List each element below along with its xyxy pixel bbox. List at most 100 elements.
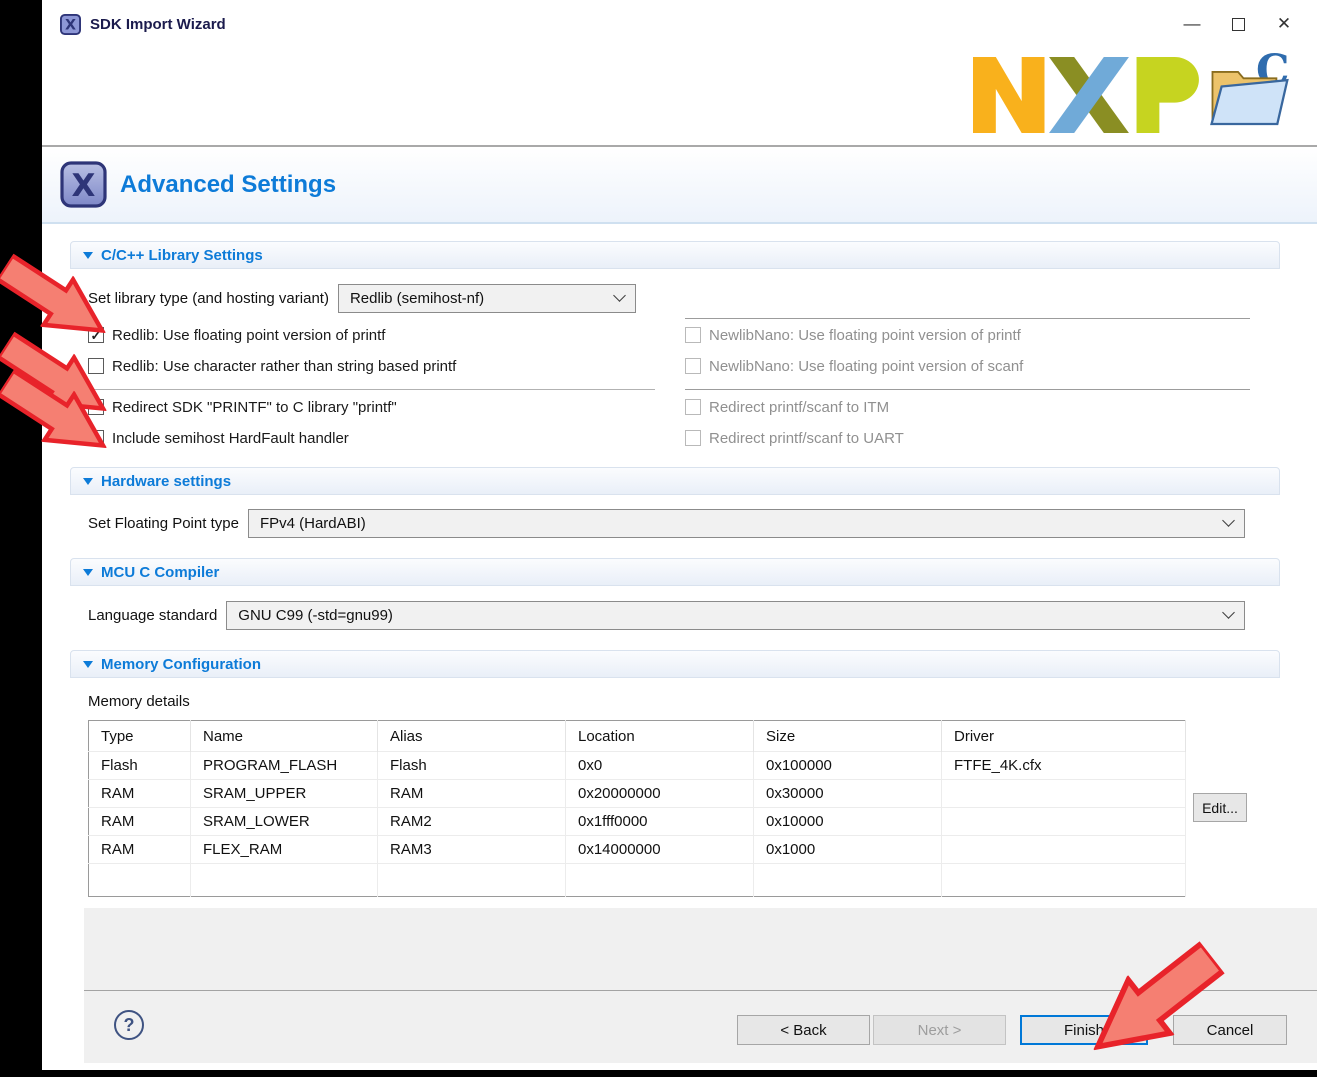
cell-type: Flash <box>89 752 191 780</box>
col-driver: Driver <box>942 721 1186 752</box>
edit-button[interactable]: Edit... <box>1193 793 1247 822</box>
page-title: Advanced Settings <box>120 171 336 199</box>
floating-point-row: Set Floating Point type FPv4 (HardABI) <box>88 508 1245 538</box>
chevron-down-icon <box>613 289 626 302</box>
checkbox-label: NewlibNano: Use floating point version o… <box>709 358 1023 375</box>
cell-driver <box>942 780 1186 808</box>
checkbox-label: Redirect SDK "PRINTF" to C library "prin… <box>112 399 397 416</box>
language-standard-dropdown[interactable]: GNU C99 (-std=gnu99) <box>226 601 1245 630</box>
section-library-settings[interactable]: C/C++ Library Settings <box>70 241 1280 269</box>
col-size: Size <box>754 721 942 752</box>
language-standard-row: Language standard GNU C99 (-std=gnu99) <box>88 600 1245 630</box>
cell-type: RAM <box>89 808 191 836</box>
checkbox-redirect-itm[interactable]: Redirect printf/scanf to ITM <box>685 398 889 416</box>
checkbox-redirect-sdk-printf[interactable]: Redirect SDK "PRINTF" to C library "prin… <box>88 398 397 416</box>
cell-location: 0x0 <box>566 752 754 780</box>
col-name: Name <box>191 721 378 752</box>
table-header-row: Type Name Alias Location Size Driver <box>89 721 1186 752</box>
maximize-button[interactable] <box>1215 6 1261 42</box>
checkbox-box[interactable] <box>685 327 701 343</box>
dialog-buttons: < Back Next > Finish Cancel <box>737 1015 1287 1045</box>
divider <box>685 389 1250 390</box>
cell-type: RAM <box>89 780 191 808</box>
help-icon: ? <box>124 1015 135 1036</box>
language-standard-label: Language standard <box>88 607 217 624</box>
cell-alias: RAM <box>378 780 566 808</box>
cell-type: RAM <box>89 836 191 864</box>
close-icon: ✕ <box>1277 14 1291 34</box>
divider <box>685 318 1250 319</box>
memory-details-label: Memory details <box>88 693 1280 711</box>
checkbox-redlib-float-printf[interactable]: ✓ Redlib: Use floating point version of … <box>88 326 385 344</box>
floating-point-dropdown[interactable]: FPv4 (HardABI) <box>248 509 1245 538</box>
nxp-logo-letters <box>973 48 1205 142</box>
section-title: C/C++ Library Settings <box>101 247 263 264</box>
section-hardware-settings[interactable]: Hardware settings <box>70 467 1280 495</box>
memory-table[interactable]: Type Name Alias Location Size Driver Fla… <box>88 720 1186 897</box>
minimize-button[interactable]: — <box>1169 6 1215 42</box>
checkbox-semihost-hardfault[interactable]: Include semihost HardFault handler <box>88 429 349 447</box>
section-title: Memory Configuration <box>101 656 261 673</box>
advanced-settings-header: X Advanced Settings <box>42 147 1317 224</box>
help-button[interactable]: ? <box>114 1010 144 1040</box>
collapse-triangle-icon <box>83 252 93 259</box>
cell-size: 0x30000 <box>754 780 942 808</box>
checkbox-redlib-char-printf[interactable]: Redlib: Use character rather than string… <box>88 357 456 375</box>
cell-driver <box>942 836 1186 864</box>
cell-location: 0x14000000 <box>566 836 754 864</box>
close-button[interactable]: ✕ <box>1261 6 1307 42</box>
section-title: Hardware settings <box>101 473 231 490</box>
mcuxpresso-app-icon: X <box>60 14 81 35</box>
memory-table-area: Type Name Alias Location Size Driver Fla… <box>70 720 1280 897</box>
cell-name: SRAM_LOWER <box>191 808 378 836</box>
window-title: SDK Import Wizard <box>90 16 226 33</box>
section-memory-configuration[interactable]: Memory Configuration <box>70 650 1280 678</box>
cell-size: 0x10000 <box>754 808 942 836</box>
minimize-icon: — <box>1184 14 1201 34</box>
checkbox-newlibnano-float-scanf[interactable]: NewlibNano: Use floating point version o… <box>685 357 1023 375</box>
mcuxpresso-x-icon: X <box>60 161 107 208</box>
cell-alias: RAM2 <box>378 808 566 836</box>
maximize-icon <box>1232 18 1245 31</box>
cell-alias: Flash <box>378 752 566 780</box>
checkbox-label: Redirect printf/scanf to UART <box>709 430 904 447</box>
checkbox-box[interactable] <box>685 430 701 446</box>
cell-size: 0x1000 <box>754 836 942 864</box>
table-row[interactable]: Flash PROGRAM_FLASH Flash 0x0 0x100000 F… <box>89 752 1186 780</box>
library-type-dropdown[interactable]: Redlib (semihost-nf) <box>338 284 636 313</box>
table-row[interactable]: RAM SRAM_UPPER RAM 0x20000000 0x30000 <box>89 780 1186 808</box>
cell-name: PROGRAM_FLASH <box>191 752 378 780</box>
title-area: X SDK Import Wizard — ✕ C <box>42 0 1317 147</box>
floating-point-value: FPv4 (HardABI) <box>260 515 366 532</box>
checkbox-label: Redirect printf/scanf to ITM <box>709 399 889 416</box>
checkbox-newlibnano-float-printf[interactable]: NewlibNano: Use floating point version o… <box>685 326 1021 344</box>
titlebar[interactable]: X SDK Import Wizard — ✕ <box>42 0 1317 48</box>
col-alias: Alias <box>378 721 566 752</box>
checkbox-label: Include semihost HardFault handler <box>112 430 349 447</box>
divider <box>88 389 655 390</box>
checkbox-box[interactable] <box>685 399 701 415</box>
table-row[interactable]: RAM FLEX_RAM RAM3 0x14000000 0x1000 <box>89 836 1186 864</box>
cell-alias: RAM3 <box>378 836 566 864</box>
col-location: Location <box>566 721 754 752</box>
checkbox-label: Redlib: Use floating point version of pr… <box>112 327 385 344</box>
col-type: Type <box>89 721 191 752</box>
collapse-triangle-icon <box>83 569 93 576</box>
chevron-down-icon <box>1222 514 1235 527</box>
chevron-down-icon <box>1222 606 1235 619</box>
cell-location: 0x1fff0000 <box>566 808 754 836</box>
table-row[interactable]: RAM SRAM_LOWER RAM2 0x1fff0000 0x10000 <box>89 808 1186 836</box>
floating-point-label: Set Floating Point type <box>88 515 239 532</box>
checkbox-box[interactable] <box>685 358 701 374</box>
collapse-triangle-icon <box>83 661 93 668</box>
table-row-empty[interactable] <box>89 864 1186 897</box>
library-type-row: Set library type (and hosting variant) R… <box>88 283 1280 313</box>
next-button[interactable]: Next > <box>873 1015 1006 1045</box>
checkbox-label: NewlibNano: Use floating point version o… <box>709 327 1021 344</box>
svg-text:X: X <box>65 17 76 33</box>
section-mcu-compiler[interactable]: MCU C Compiler <box>70 558 1280 586</box>
back-button[interactable]: < Back <box>737 1015 870 1045</box>
section-title: MCU C Compiler <box>101 564 219 581</box>
checkbox-redirect-uart[interactable]: Redirect printf/scanf to UART <box>685 429 904 447</box>
library-type-value: Redlib (semihost-nf) <box>350 290 484 307</box>
